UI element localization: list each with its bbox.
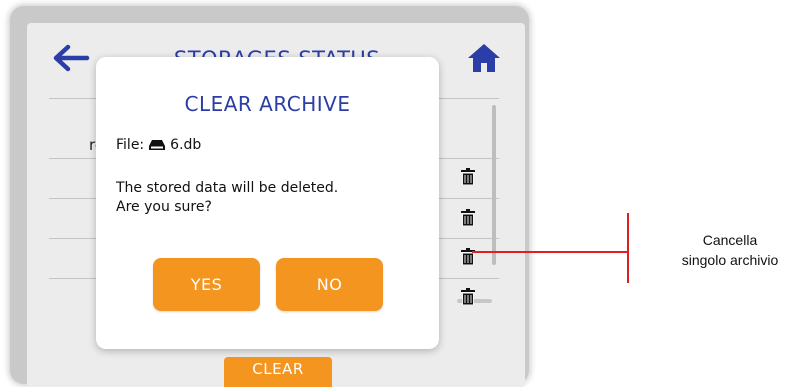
drive-icon [149,140,166,150]
dialog-message: The stored data will be deleted. Are you… [116,179,426,217]
file-row: File: 6.db [116,137,201,153]
scrollbar[interactable] [492,105,496,265]
file-name: 6.db [170,137,202,153]
annotation-bracket [627,213,629,283]
home-button[interactable] [466,42,502,74]
clear-button[interactable]: CLEAR [224,357,332,387]
yes-button[interactable]: YES [153,258,260,311]
trash-icon[interactable] [461,168,475,186]
trash-icon[interactable] [461,288,475,306]
home-icon [468,44,500,72]
trash-icon[interactable] [461,209,475,227]
annotation-label: Cancella singolo archivio [660,230,800,270]
dialog-title: CLEAR ARCHIVE [184,92,351,116]
file-label: File: [116,137,145,153]
message-line-2: Are you sure? [116,199,212,215]
no-button[interactable]: NO [276,258,383,311]
back-button[interactable] [53,43,93,73]
back-arrow-icon [53,44,90,72]
annotation-line-2: singolo archivio [681,252,779,268]
clear-archive-dialog: CLEAR ARCHIVE File: 6.db The stored data… [96,57,439,349]
annotation-pointer-line [472,251,628,253]
message-line-1: The stored data will be deleted. [116,180,339,196]
annotation-line-1: Cancella [702,232,758,248]
